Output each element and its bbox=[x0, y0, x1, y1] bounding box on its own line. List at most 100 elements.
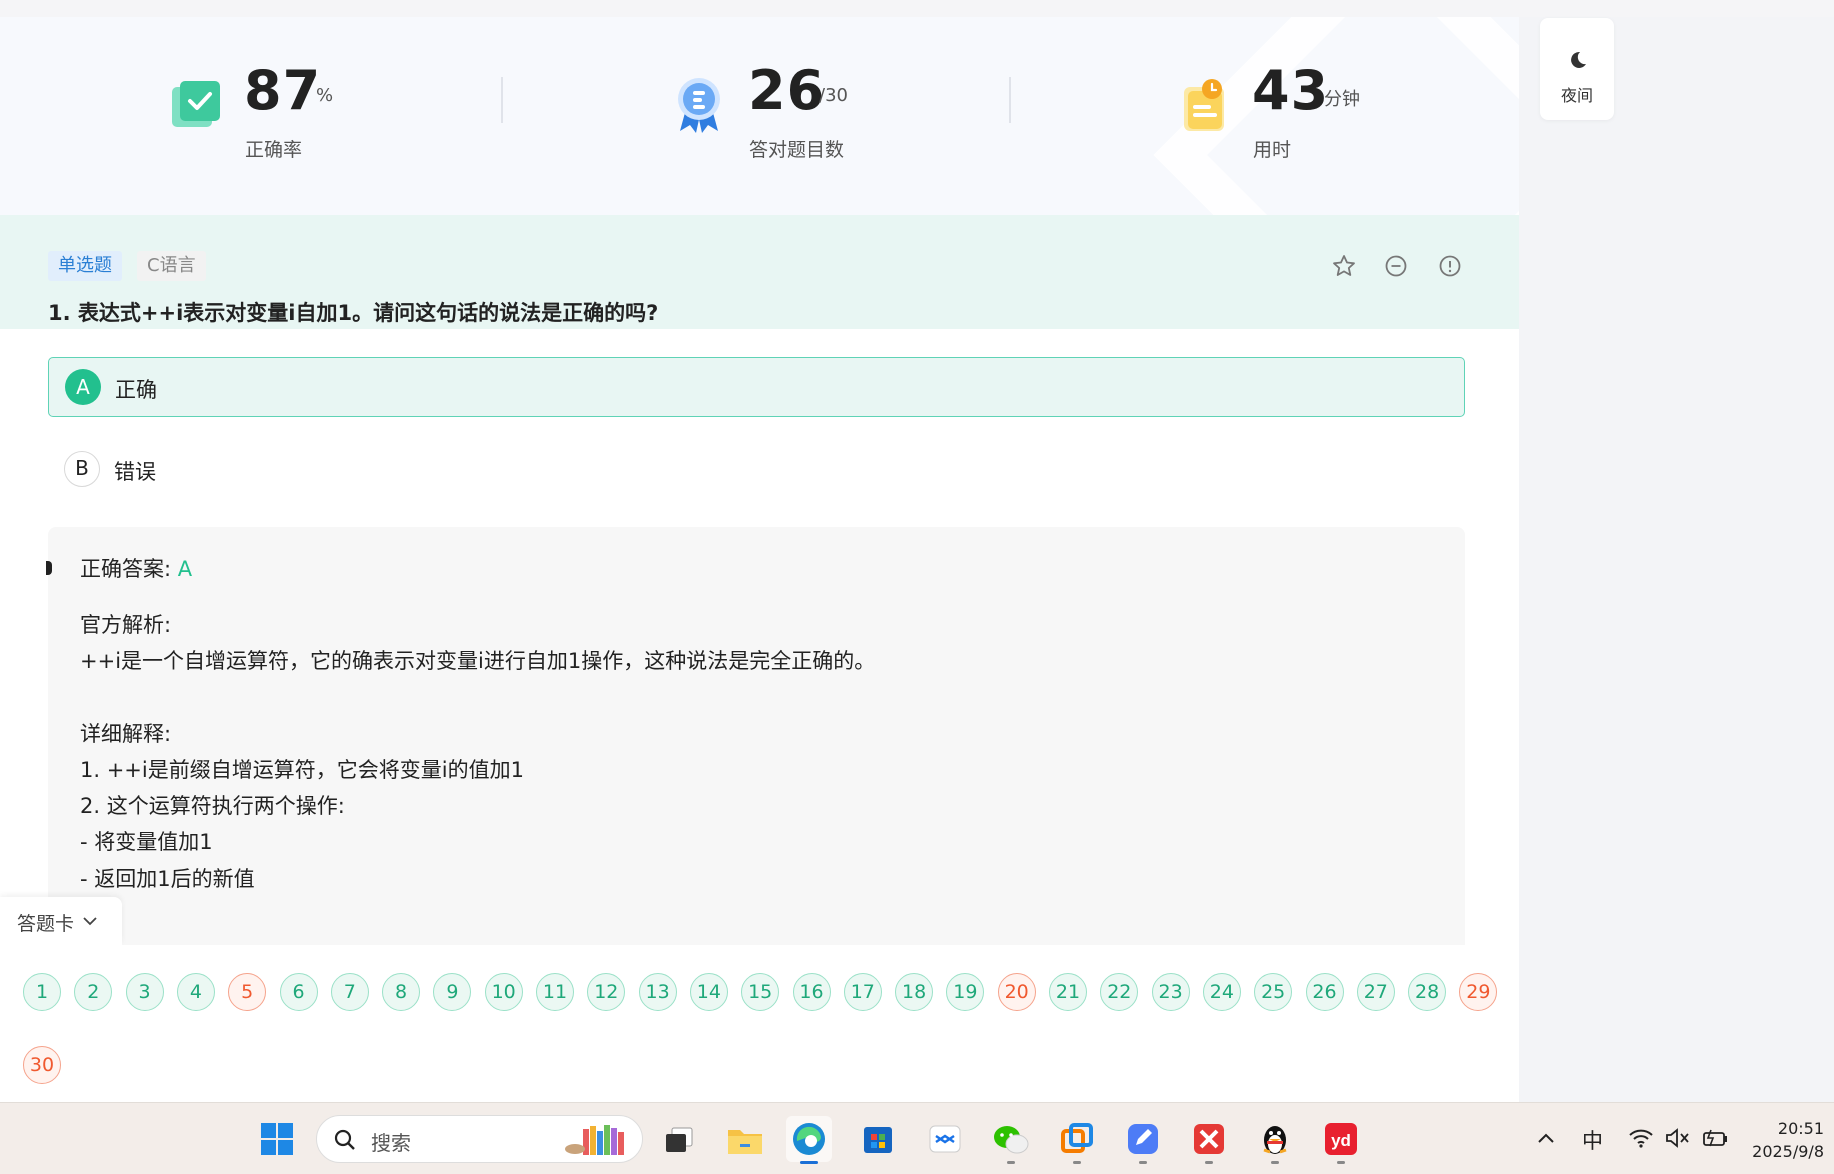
analysis-line: ++i是一个自增运算符，它的确表示对变量i进行自加1操作，这种说法是完全正确的。 bbox=[80, 649, 876, 673]
edge-browser-icon bbox=[793, 1123, 825, 1155]
analysis-line: 官方解析: bbox=[80, 613, 172, 637]
window-top-strip bbox=[0, 0, 1834, 17]
answer-card-panel: 1 2 3 4 5 6 7 8 9 10 11 12 13 14 15 16 17 18 19 20 21 22 23 24 2… bbox=[0, 945, 1519, 1102]
moon-icon bbox=[1571, 51, 1586, 68]
question-number-button[interactable]: 22 bbox=[1100, 973, 1139, 1011]
section-marker bbox=[46, 561, 52, 575]
question-number-button[interactable]: 26 bbox=[1305, 973, 1344, 1011]
pen-note-icon bbox=[1128, 1124, 1158, 1154]
wechat-icon bbox=[994, 1126, 1029, 1154]
question-number-button[interactable]: 8 bbox=[382, 973, 421, 1011]
question-number-button[interactable]: 19 bbox=[946, 973, 985, 1011]
wifi-icon[interactable] bbox=[1628, 1127, 1654, 1149]
running-indicator bbox=[1139, 1161, 1147, 1164]
option-text: 正确 bbox=[115, 378, 157, 402]
question-number-button[interactable]: 25 bbox=[1254, 973, 1293, 1011]
question-number-button[interactable]: 29 bbox=[1459, 973, 1498, 1011]
folder-icon bbox=[728, 1130, 762, 1154]
question-number-button[interactable]: 28 bbox=[1408, 973, 1447, 1011]
running-indicator bbox=[1337, 1161, 1345, 1164]
question-number-button[interactable]: 13 bbox=[638, 973, 677, 1011]
battery-icon[interactable] bbox=[1701, 1127, 1729, 1149]
taskbar-app-store[interactable] bbox=[855, 1116, 901, 1162]
analysis-line: - 将变量值加1 bbox=[80, 830, 213, 854]
stat-label: 用时 bbox=[1253, 139, 1292, 161]
question-number-button[interactable]: 23 bbox=[1151, 973, 1190, 1011]
ime-indicator[interactable]: 中 bbox=[1582, 1125, 1603, 1155]
correct-answer-label: 正确答案: bbox=[80, 557, 172, 581]
main-panel: 87 % 正确率 26 /30 答对题目数 43 分钟 用时 单选题 C语言 1… bbox=[0, 17, 1519, 1102]
night-mode-label: 夜间 bbox=[1560, 86, 1593, 105]
qq-penguin-icon bbox=[1263, 1126, 1287, 1154]
question-number-button[interactable]: 5 bbox=[228, 973, 267, 1011]
taskbar-app-wechat[interactable] bbox=[988, 1116, 1034, 1164]
remove-circle-icon[interactable] bbox=[1383, 253, 1409, 279]
taskbar-app-qq[interactable] bbox=[1252, 1116, 1298, 1164]
system-clock[interactable]: 20:51 2025/9/8 bbox=[1752, 1117, 1824, 1163]
clock-time: 20:51 bbox=[1777, 1119, 1824, 1138]
stat-correct-rate: 87 % 正确率 bbox=[168, 57, 408, 161]
question-number-button[interactable]: 10 bbox=[484, 973, 523, 1011]
taskbar-app-task-view[interactable] bbox=[656, 1116, 702, 1162]
question-number-button[interactable]: 9 bbox=[433, 973, 472, 1011]
analysis-line: 2. 这个运算符执行两个操作: bbox=[80, 794, 345, 818]
volume-muted-icon[interactable] bbox=[1664, 1127, 1690, 1149]
question-number-button[interactable]: 27 bbox=[1356, 973, 1395, 1011]
chevron-up-icon[interactable] bbox=[1536, 1131, 1556, 1145]
star-icon[interactable] bbox=[1331, 253, 1357, 279]
analysis-line: 详细解释: bbox=[80, 722, 172, 746]
option-letter: A bbox=[65, 369, 101, 405]
option-a[interactable]: A 正确 bbox=[48, 357, 1465, 417]
running-indicator bbox=[1271, 1161, 1279, 1164]
clock-note-icon bbox=[1184, 79, 1224, 131]
option-b[interactable]: B 错误 bbox=[48, 440, 1465, 500]
start-button[interactable] bbox=[254, 1116, 300, 1162]
running-indicator bbox=[1007, 1161, 1015, 1164]
taskbar-app-notes[interactable] bbox=[1120, 1116, 1166, 1164]
question-text: 1. 表达式++i表示对变量i自加1。请问这句话的说法是正确的吗? bbox=[48, 301, 659, 325]
stat-unit: % bbox=[316, 85, 334, 106]
svg-text:yd: yd bbox=[1331, 1131, 1351, 1150]
stat-correct-count: 26 /30 答对题目数 bbox=[672, 57, 932, 161]
question-number-button[interactable]: 7 bbox=[330, 973, 369, 1011]
taskbar-app-xmind[interactable] bbox=[1186, 1116, 1232, 1164]
clock-date: 2025/9/8 bbox=[1752, 1142, 1824, 1161]
question-header: 单选题 C语言 1. 表达式++i表示对变量i自加1。请问这句话的说法是正确的吗… bbox=[0, 215, 1519, 329]
option-text: 错误 bbox=[114, 460, 156, 484]
stat-divider bbox=[501, 77, 503, 123]
answer-card-toggle[interactable]: 答题卡 bbox=[0, 897, 122, 945]
remote-desktop-icon bbox=[929, 1125, 961, 1153]
question-number-button[interactable]: 1 bbox=[23, 973, 61, 1011]
question-number-button[interactable]: 6 bbox=[279, 973, 318, 1011]
question-number-button[interactable]: 16 bbox=[792, 973, 831, 1011]
award-medal-icon bbox=[678, 78, 720, 133]
stat-label: 正确率 bbox=[245, 139, 303, 161]
taskbar-app-youdao[interactable]: yd bbox=[1318, 1116, 1364, 1164]
report-icon[interactable] bbox=[1437, 253, 1463, 279]
question-number-button[interactable]: 15 bbox=[741, 973, 780, 1011]
question-number-button[interactable]: 18 bbox=[895, 973, 934, 1011]
question-number-button[interactable]: 21 bbox=[1049, 973, 1087, 1011]
question-number-button[interactable]: 30 bbox=[23, 1046, 61, 1084]
taskbar-app-edge[interactable] bbox=[786, 1116, 832, 1164]
question-number-button[interactable]: 24 bbox=[1202, 973, 1241, 1011]
question-number-button[interactable]: 3 bbox=[125, 973, 164, 1011]
night-mode-button[interactable]: 夜间 bbox=[1540, 18, 1614, 120]
taskbar-app-remote[interactable] bbox=[922, 1116, 968, 1162]
stat-value: 26 bbox=[748, 59, 826, 122]
taskbar-search[interactable]: 搜索 bbox=[316, 1115, 643, 1163]
question-number-button[interactable]: 14 bbox=[689, 973, 728, 1011]
question-number-button[interactable]: 12 bbox=[587, 973, 626, 1011]
taskbar-app-vm[interactable] bbox=[1054, 1116, 1100, 1164]
question-type-tag: 单选题 bbox=[48, 251, 122, 281]
question-language-tag: C语言 bbox=[137, 251, 206, 281]
search-placeholder: 搜索 bbox=[371, 1131, 411, 1155]
question-number-button[interactable]: 4 bbox=[176, 973, 215, 1011]
books-icon bbox=[565, 1125, 624, 1155]
question-number-button[interactable]: 2 bbox=[74, 973, 113, 1011]
question-number-button[interactable]: 20 bbox=[997, 973, 1036, 1011]
question-number-button[interactable]: 11 bbox=[536, 973, 574, 1011]
question-number-button[interactable]: 17 bbox=[843, 973, 882, 1011]
search-icon bbox=[334, 1129, 355, 1150]
taskbar-app-file-explorer[interactable] bbox=[722, 1116, 768, 1162]
